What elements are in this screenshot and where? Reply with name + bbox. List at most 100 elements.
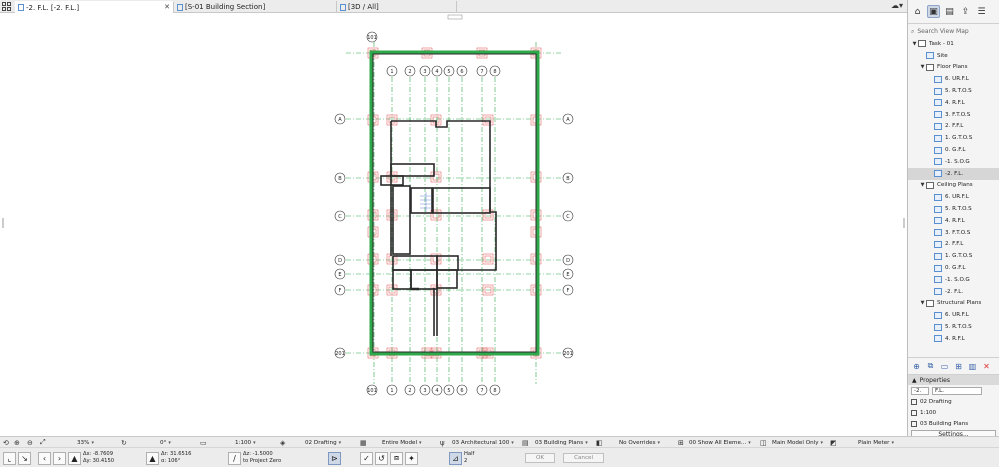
expand-toggle-icon[interactable]: ▼ (919, 64, 926, 70)
delta-z-value[interactable]: Δz: -1.5000 (243, 451, 281, 458)
grid-bubble-column-top[interactable]: 8 (489, 65, 501, 77)
tick-icon[interactable]: ✓ (360, 451, 373, 465)
cloud-icon[interactable]: ☁▾ (891, 1, 903, 10)
left-resize-handle[interactable] (2, 218, 4, 228)
tree-item[interactable]: 3. F.T.O.S (908, 109, 999, 121)
search-input[interactable]: Search View Map (917, 28, 968, 35)
grid-bubble-column-top[interactable]: 4 (431, 65, 443, 77)
grid-bubble-row-left[interactable]: A (334, 113, 346, 125)
layer-value[interactable]: 02 Drafting (920, 399, 952, 405)
grid-bubble-row-left[interactable]: F (334, 284, 346, 296)
grid-bubble-row-left[interactable]: D (334, 254, 346, 266)
new-view-icon[interactable]: ⊕ (911, 361, 922, 372)
grid-bubble-column-bottom[interactable]: 5 (443, 384, 455, 396)
step-arrows[interactable]: ‹ › (38, 448, 68, 467)
view-name-field[interactable]: F.L. (932, 386, 982, 395)
grid-bubble-column-top[interactable]: 2 (404, 65, 416, 77)
close-icon[interactable]: ✕ (164, 3, 170, 11)
tab-section[interactable]: [S-01 Building Section] (174, 1, 337, 13)
tab-3d[interactable]: [3D / All] (337, 1, 457, 13)
tree-item[interactable]: 6. UR.F.L (908, 309, 999, 321)
tree-item[interactable]: 0. G.F.L (908, 262, 999, 274)
grid-bubble-column-bottom[interactable]: 2 (404, 384, 416, 396)
new-folder-icon[interactable]: ▭ (939, 361, 950, 372)
redo-icon[interactable]: ↺ (375, 451, 388, 465)
delta-z-ref[interactable]: to Project Zero (243, 458, 281, 465)
tree-item[interactable]: Site (908, 50, 999, 62)
delta-x[interactable]: Δx: -8.7609 (83, 451, 114, 458)
model-view-value[interactable]: 03 Building Plans (920, 421, 968, 427)
grid-bubble-column-bottom[interactable]: 4 (431, 384, 443, 396)
tree-item[interactable]: 2. F.F.L (908, 121, 999, 133)
tree-item[interactable]: ▼ Task - 01 (908, 38, 999, 50)
tree-item[interactable]: 6. UR.F.L (908, 191, 999, 203)
grid-bubble-row-right[interactable]: B (562, 172, 574, 184)
delta-angle[interactable]: α: 106° (161, 458, 191, 465)
expand-toggle-icon[interactable]: ▼ (911, 41, 918, 47)
tab-overview-icon[interactable] (2, 2, 12, 11)
grid-bubble-column-bottom[interactable]: 7 (476, 384, 488, 396)
grid-bubble-row-right[interactable]: D (562, 254, 574, 266)
grid-bubble-row-left[interactable]: B (334, 172, 346, 184)
grid-bubble-column-top[interactable]: 1 (386, 65, 398, 77)
tree-item[interactable]: -1. S.O.G (908, 156, 999, 168)
ok-button[interactable]: OK (525, 453, 556, 463)
grid-bubble-column-bottom[interactable]: 8 (489, 384, 501, 396)
grid-bubble-column-bottom[interactable]: 1 (386, 384, 398, 396)
tree-item[interactable]: ▼ Floor Plans (908, 62, 999, 74)
grid-bubble-bottom-outer[interactable]: 101 (366, 384, 378, 396)
grid-bubble-row-right[interactable]: C (562, 210, 574, 222)
snap-icon[interactable]: ⌞ (3, 451, 16, 465)
grid-bubble-column-top[interactable]: 3 (419, 65, 431, 77)
tree-item[interactable]: -2. F.L. (908, 286, 999, 298)
view-map-icon[interactable]: ▣ (927, 5, 940, 18)
grid-bubble-column-bottom[interactable]: 6 (456, 384, 468, 396)
grid-bubble-column-bottom[interactable]: 3 (419, 384, 431, 396)
grid-bubble-row-right[interactable]: A (562, 113, 574, 125)
grid-bubble-column-top[interactable]: 7 (476, 65, 488, 77)
absolute-icon[interactable]: ▲ (68, 451, 81, 465)
tree-item[interactable]: -1. S.O.G (908, 274, 999, 286)
tree-item[interactable]: 4. R.F.L (908, 97, 999, 109)
arrow-icon[interactable]: ↘ (18, 451, 31, 465)
grid-bubble-row-left[interactable]: E (334, 268, 346, 280)
tree-item[interactable]: 6. UR.F.L (908, 73, 999, 85)
grid-bubble-column-top[interactable]: 6 (456, 65, 468, 77)
expand-toggle-icon[interactable]: ▼ (919, 182, 926, 188)
save-view-icon[interactable]: ⊞ (953, 361, 964, 372)
tab-floor-plan[interactable]: -2. F.L. [-2. F.L.] ✕ (15, 1, 174, 13)
properties-icon[interactable]: ▥ (967, 361, 978, 372)
tree-item[interactable]: 4. R.F.L (908, 215, 999, 227)
tree-item[interactable]: 5. R.T.O.S (908, 321, 999, 333)
scale-value[interactable]: 1:100 (920, 410, 936, 416)
prev-icon[interactable]: ‹ (38, 451, 51, 465)
grid-bubble-top[interactable]: 101 (366, 31, 378, 43)
layout-book-icon[interactable]: ▤ (943, 5, 956, 18)
tree-item[interactable]: 1. G.T.O.S (908, 132, 999, 144)
pen-icon[interactable]: ∕ (228, 451, 241, 465)
transform-icon[interactable]: ⧈ (390, 451, 403, 465)
grid-bubble-row-right[interactable]: F (562, 284, 574, 296)
publisher-icon[interactable]: ⇪ (959, 5, 972, 18)
view-id-field[interactable]: -2. (911, 386, 929, 395)
clone-folder-icon[interactable]: ⧉ (925, 361, 936, 372)
floor-plan-canvas[interactable]: 101 1 1 2 2 3 3 4 4 5 5 6 6 7 7 8 8 101 A A B B C C D D E E F F 201 201 (0, 13, 907, 436)
half-value[interactable]: 2 (464, 458, 474, 465)
tree-item[interactable]: 3. F.T.O.S (908, 227, 999, 239)
delete-icon[interactable]: ✕ (981, 361, 992, 372)
tree-item[interactable]: ▼ Ceiling Plans (908, 180, 999, 192)
snap-toggle[interactable]: ⌞ ↘ (3, 448, 33, 467)
tree-item[interactable]: 1. G.T.O.S (908, 250, 999, 262)
tree-item[interactable]: ▼ Structural Plans (908, 298, 999, 310)
grid-bubble-left-bottom[interactable]: 201 (334, 347, 346, 359)
navigator-search[interactable]: ⌕ Search View Map (911, 26, 996, 37)
right-resize-handle[interactable] (903, 218, 905, 228)
tree-item[interactable]: 0. G.F.L (908, 144, 999, 156)
snap-guide-icon[interactable]: ⊿ (449, 451, 462, 465)
delta-r[interactable]: Δr: 31.6516 (161, 451, 191, 458)
expand-toggle-icon[interactable]: ▼ (919, 300, 926, 306)
delta-y[interactable]: Δy: 30.4150 (83, 458, 114, 465)
tree-item[interactable]: 2. F.F.L (908, 239, 999, 251)
cancel-button[interactable]: Cancel (563, 453, 605, 463)
grid-bubble-row-right[interactable]: E (562, 268, 574, 280)
